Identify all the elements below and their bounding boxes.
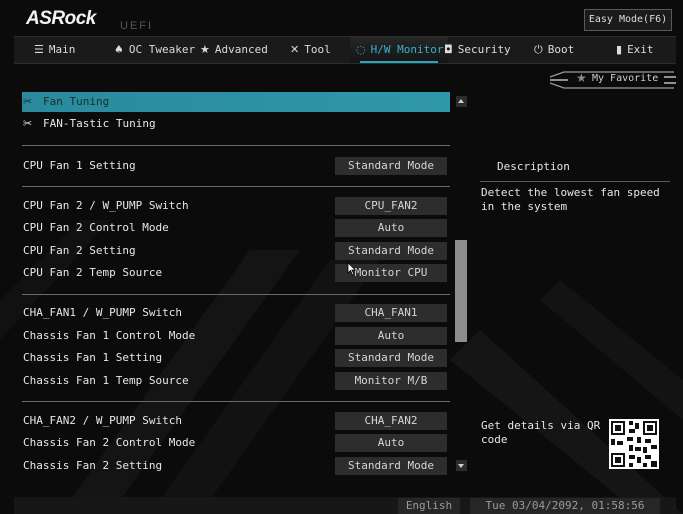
star-icon: ★ bbox=[576, 71, 587, 85]
setting-row[interactable]: CPU Fan 1 Setting Standard Mode bbox=[22, 156, 450, 176]
tab-tool-label: Tool bbox=[304, 43, 331, 56]
setting-label: Chassis Fan 1 Control Mode bbox=[23, 329, 196, 342]
qr-caption: Get details via QR code bbox=[481, 419, 601, 446]
tab-boot[interactable]: ⏻ Boot bbox=[534, 37, 594, 63]
tab-main-label: Main bbox=[48, 43, 76, 56]
tab-boot-label: Boot bbox=[547, 43, 575, 56]
star-icon: ★ bbox=[200, 43, 210, 56]
setting-label: CPU Fan 2 / W_PUMP Switch bbox=[23, 199, 189, 212]
tab-hw-monitor[interactable]: ◌ H/W Monitor bbox=[350, 37, 448, 63]
easy-mode-button[interactable]: Easy Mode(F6) bbox=[584, 9, 672, 31]
fan-tastic-row: ✂ FAN-Tastic Tuning bbox=[23, 114, 156, 134]
scrollbar-thumb[interactable] bbox=[455, 240, 467, 342]
setting-row[interactable]: Chassis Fan 2 Control Mode Auto bbox=[22, 433, 450, 453]
setting-row[interactable]: CPU Fan 2 Setting Standard Mode bbox=[22, 241, 450, 261]
system-clock: Tue 03/04/2092, 01:58:56 bbox=[470, 498, 660, 514]
tab-tool[interactable]: ✕ Tool bbox=[290, 37, 350, 63]
divider bbox=[22, 186, 450, 187]
flame-icon: ♠ bbox=[114, 43, 124, 56]
wrench-icon: ✂ bbox=[23, 117, 33, 130]
description-divider bbox=[480, 181, 670, 182]
wrench-icon: ✕ bbox=[290, 43, 300, 56]
tab-exit[interactable]: ▮ Exit bbox=[616, 37, 672, 63]
fan-tuning-label: Fan Tuning bbox=[43, 95, 110, 108]
setting-row[interactable]: CHA_FAN2 / W_PUMP Switch CHA_FAN2 bbox=[22, 411, 450, 431]
arrow-up-icon bbox=[458, 99, 464, 103]
setting-label: CHA_FAN1 / W_PUMP Switch bbox=[23, 306, 182, 319]
qr-code-icon bbox=[609, 419, 659, 469]
tab-security-label: Security bbox=[457, 43, 511, 56]
fan-tuning-item[interactable]: ✂ Fan Tuning bbox=[22, 92, 450, 112]
monitor-icon: ◌ bbox=[356, 43, 366, 56]
setting-row[interactable]: CPU Fan 2 / W_PUMP Switch CPU_FAN2 bbox=[22, 196, 450, 216]
power-icon: ⏻ bbox=[534, 43, 543, 56]
fan-tastic-label: FAN-Tastic Tuning bbox=[43, 117, 156, 130]
divider bbox=[22, 294, 450, 295]
my-favorite-button[interactable]: ★ My Favorite bbox=[546, 69, 678, 93]
exit-icon: ▮ bbox=[616, 43, 623, 56]
setting-label: CHA_FAN2 / W_PUMP Switch bbox=[23, 414, 182, 427]
fan-tastic-tuning-item[interactable]: ✂ FAN-Tastic Tuning bbox=[22, 114, 450, 134]
setting-value[interactable]: CHA_FAN1 bbox=[335, 304, 447, 322]
setting-label: CPU Fan 2 Temp Source bbox=[23, 266, 163, 279]
setting-value[interactable]: Monitor M/B bbox=[335, 372, 447, 390]
divider bbox=[22, 401, 450, 402]
setting-row[interactable]: Chassis Fan 1 Temp Source Monitor M/B bbox=[22, 371, 450, 391]
language-selector[interactable]: English bbox=[398, 498, 460, 514]
tab-security[interactable]: ◘ Security bbox=[444, 37, 516, 63]
setting-value[interactable]: Standard Mode bbox=[335, 157, 447, 175]
scroll-up-button[interactable] bbox=[456, 96, 467, 107]
tab-main[interactable]: ☰ Main bbox=[34, 37, 102, 63]
arrow-down-icon bbox=[458, 464, 464, 468]
setting-value[interactable]: CPU_FAN2 bbox=[335, 197, 447, 215]
setting-label: Chassis Fan 2 Setting bbox=[23, 459, 163, 472]
uefi-label: UEFI bbox=[120, 20, 154, 32]
fan-tuning-row: ✂ Fan Tuning bbox=[23, 92, 109, 112]
divider bbox=[22, 145, 450, 146]
setting-value[interactable]: Auto bbox=[335, 327, 447, 345]
mouse-cursor-icon bbox=[347, 262, 357, 276]
setting-label: Chassis Fan 1 Temp Source bbox=[23, 374, 189, 387]
tab-oc-tweaker[interactable]: ♠ OC Tweaker bbox=[114, 37, 200, 63]
setting-label: Chassis Fan 2 Control Mode bbox=[23, 436, 196, 449]
setting-row[interactable]: CPU Fan 2 Control Mode Auto bbox=[22, 218, 450, 238]
setting-value[interactable]: Auto bbox=[335, 434, 447, 452]
setting-row[interactable]: Chassis Fan 2 Setting Standard Mode bbox=[22, 456, 450, 476]
tab-advanced[interactable]: ★ Advanced bbox=[200, 37, 284, 63]
description-text: Detect the lowest fan speed in the syste… bbox=[481, 186, 660, 213]
asrock-logo: ASRock bbox=[26, 8, 96, 29]
wrench-icon: ✂ bbox=[23, 95, 33, 108]
setting-label: CPU Fan 2 Setting bbox=[23, 244, 136, 257]
setting-value[interactable]: Standard Mode bbox=[335, 349, 447, 367]
main-tab-bar: ☰ Main ♠ OC Tweaker ★ Advanced ✕ Tool ◌ H/W M… bbox=[14, 36, 676, 64]
my-favorite-label: My Favorite bbox=[592, 73, 659, 84]
shield-icon: ◘ bbox=[444, 43, 453, 56]
tab-oc-tweaker-label: OC Tweaker bbox=[128, 43, 196, 56]
setting-row[interactable]: Chassis Fan 1 Setting Standard Mode bbox=[22, 348, 450, 368]
setting-label: Chassis Fan 1 Setting bbox=[23, 351, 163, 364]
scroll-down-button[interactable] bbox=[456, 460, 467, 471]
setting-row[interactable]: CPU Fan 2 Temp Source Monitor CPU bbox=[22, 263, 450, 283]
setting-label: CPU Fan 2 Control Mode bbox=[23, 221, 169, 234]
tab-hw-monitor-label: H/W Monitor bbox=[370, 43, 444, 56]
setting-value[interactable]: Auto bbox=[335, 219, 447, 237]
setting-value[interactable]: CHA_FAN2 bbox=[335, 412, 447, 430]
setting-label: CPU Fan 1 Setting bbox=[23, 159, 136, 172]
description-title: Description bbox=[497, 160, 570, 173]
setting-row[interactable]: Chassis Fan 1 Control Mode Auto bbox=[22, 326, 450, 346]
setting-value[interactable]: Standard Mode bbox=[335, 457, 447, 475]
list-icon: ☰ bbox=[34, 43, 44, 56]
setting-row[interactable]: CHA_FAN1 / W_PUMP Switch CHA_FAN1 bbox=[22, 303, 450, 323]
setting-value[interactable]: Standard Mode bbox=[335, 242, 447, 260]
tab-advanced-label: Advanced bbox=[214, 43, 268, 56]
tab-exit-label: Exit bbox=[627, 43, 654, 56]
